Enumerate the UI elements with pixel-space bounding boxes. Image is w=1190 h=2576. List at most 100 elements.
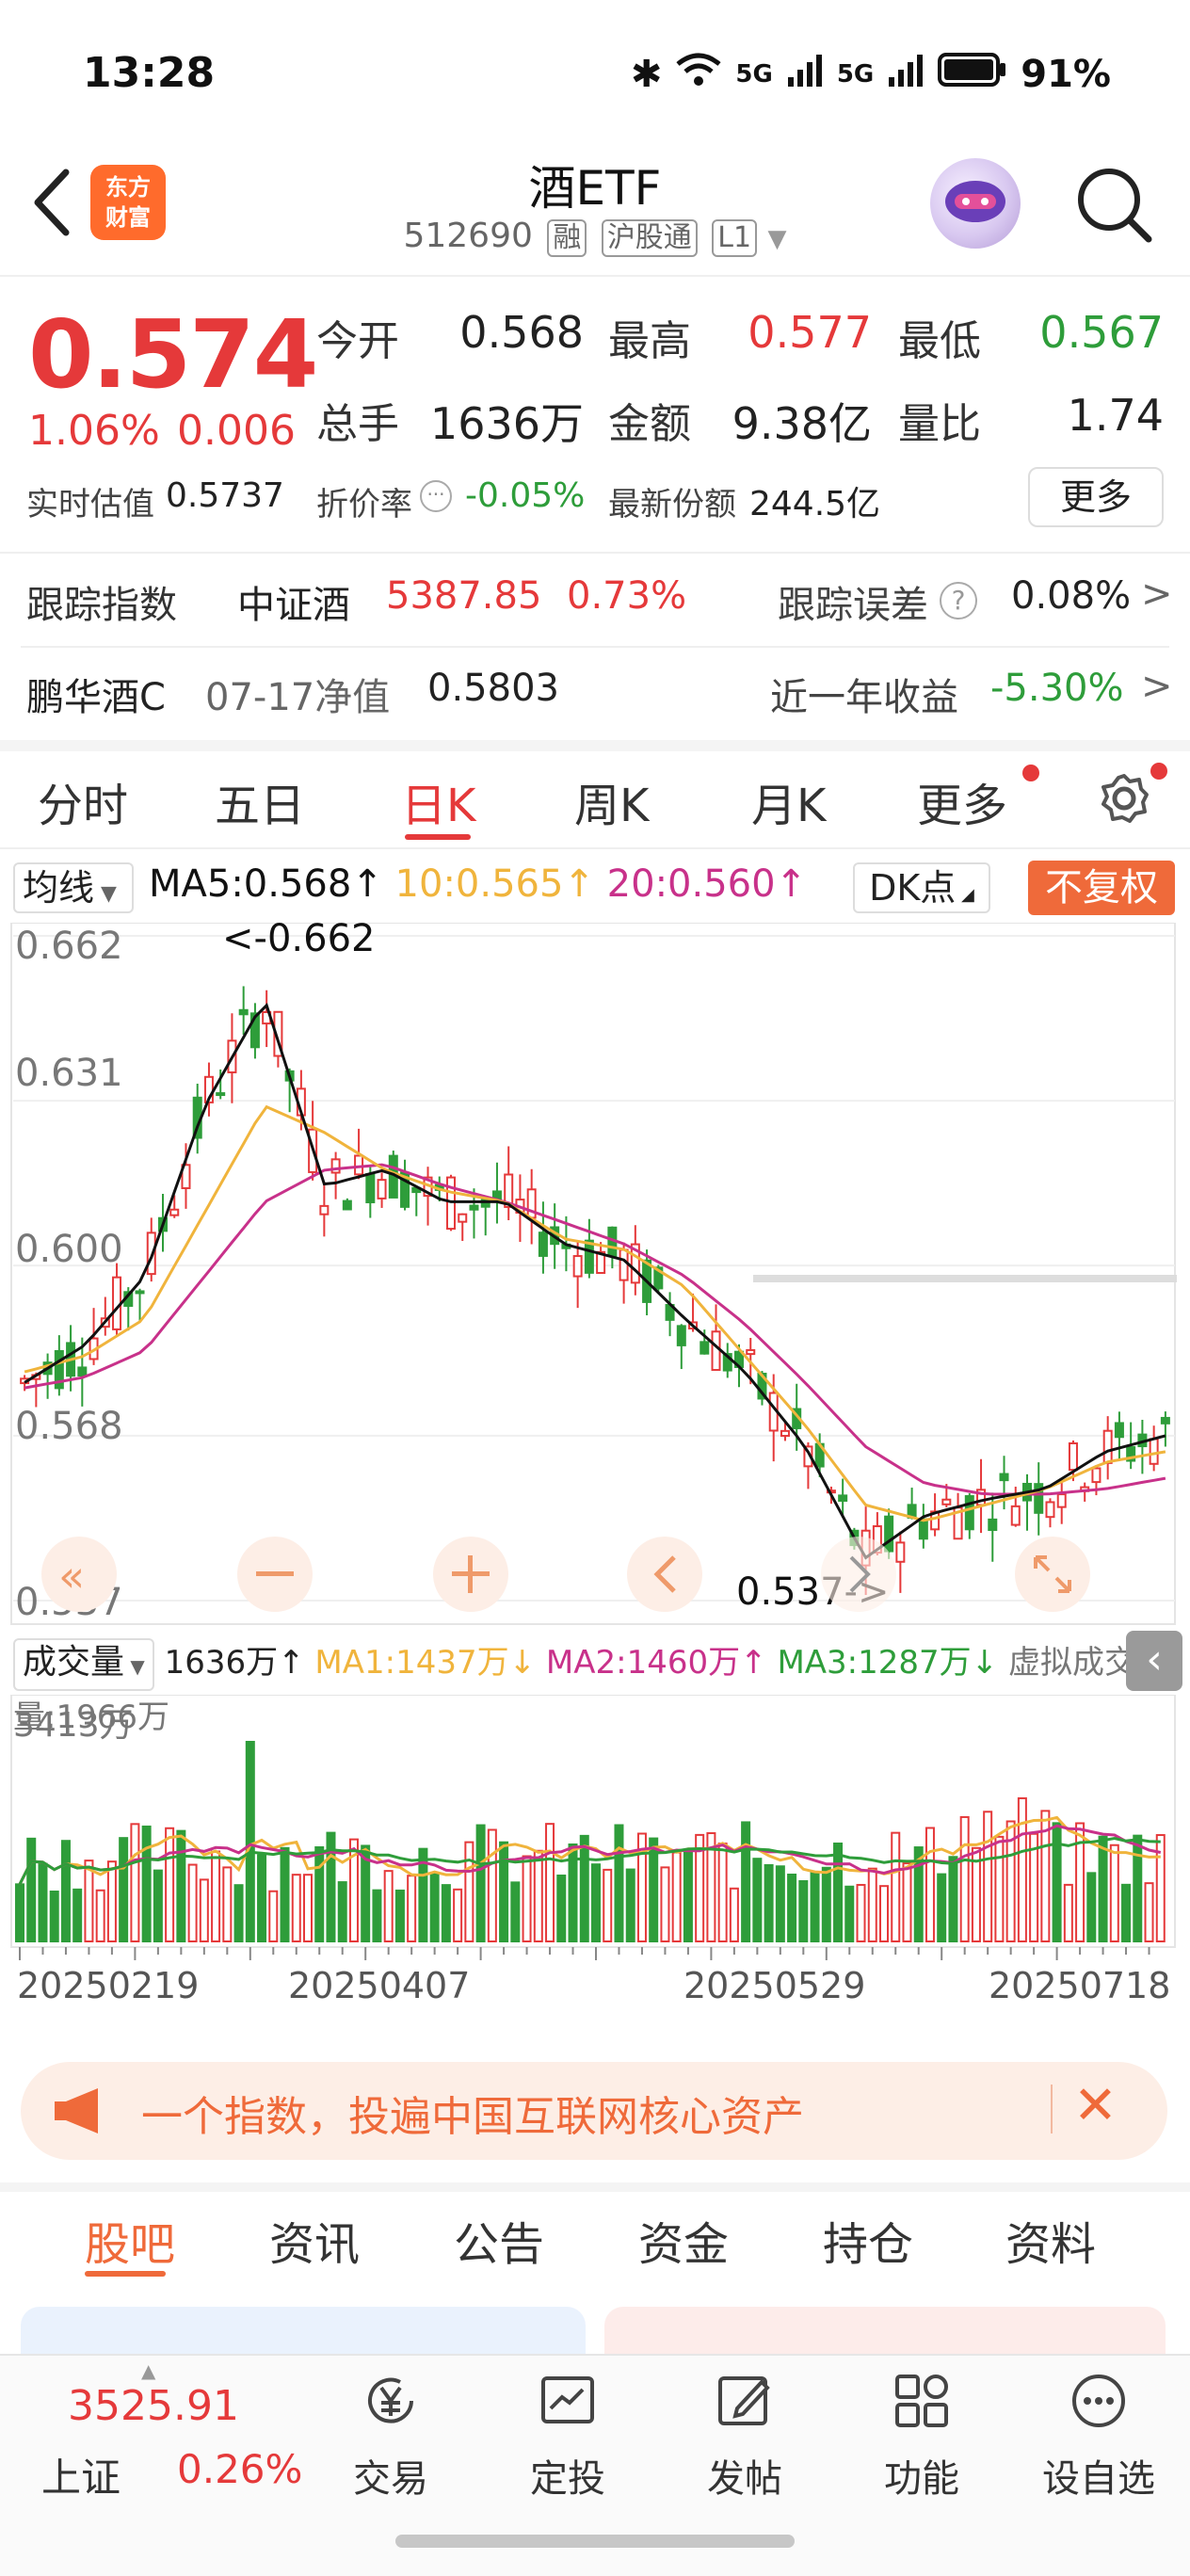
nav-post[interactable]: 发帖 — [674, 2363, 815, 2504]
scroll-left-button[interactable] — [627, 1537, 702, 1612]
tab-intraday[interactable]: 分时 — [38, 768, 128, 834]
tab-more[interactable]: 更多 — [917, 768, 1007, 834]
tab-holdings[interactable]: 持仓 — [823, 2207, 913, 2273]
volume-bar — [891, 1831, 901, 1943]
date-label-4: 20250718 — [989, 1965, 1170, 2006]
date-label-3: 20250529 — [683, 1965, 865, 2006]
candle-body — [895, 1541, 906, 1563]
candle-body — [838, 1494, 848, 1503]
volume-chart[interactable]: 3413万 20250219 20250407 20250529 2025071… — [0, 1695, 1190, 2043]
candle-body — [1010, 1505, 1021, 1526]
volume-bar — [1075, 1822, 1085, 1942]
volume-bar — [233, 1884, 244, 1943]
tab-news[interactable]: 资讯 — [269, 2207, 360, 2273]
candle-body — [941, 1498, 952, 1505]
max-marker: <-0.662 — [222, 923, 375, 960]
home-indicator[interactable] — [395, 2535, 795, 2548]
volume-ma1: MA1:1437万↓ — [314, 1644, 537, 1682]
tab-five-day[interactable]: 五日 — [215, 768, 305, 834]
volume-bar — [499, 1841, 509, 1943]
collapse-button[interactable]: ‹ — [1126, 1631, 1182, 1691]
candle-body — [1045, 1501, 1055, 1519]
nav-functions-label: 功能 — [884, 2457, 959, 2501]
volume-bar — [522, 1855, 532, 1942]
tracking-error-value: 0.08% — [1011, 574, 1132, 618]
y-label-2: 0.631 — [15, 1052, 123, 1095]
volume-bar — [821, 1866, 831, 1942]
search-button[interactable] — [1071, 162, 1156, 247]
ratio-value: 1.74 — [1067, 390, 1164, 441]
volume-bar — [280, 1846, 290, 1942]
minus-icon — [256, 1571, 294, 1576]
premium-value: -0.05% — [465, 476, 586, 515]
volume-bar — [211, 1850, 221, 1942]
candle-body — [135, 1290, 145, 1295]
wifi-icon — [675, 51, 722, 98]
fund-yield-label: 近一年收益 — [770, 676, 958, 719]
nav-functions[interactable]: 功能 — [851, 2363, 992, 2504]
chevron-right-icon-2[interactable]: > — [1141, 665, 1173, 708]
tracking-index-name[interactable]: 中证酒 — [237, 574, 350, 629]
nav-invest[interactable]: 定投 — [497, 2363, 638, 2504]
banner-text[interactable]: 一个指数，投遍中国互联网核心资产 — [141, 2083, 804, 2143]
double-chevron-left-icon: « — [58, 1551, 85, 1602]
info-icon[interactable]: ··· — [420, 480, 452, 512]
search-icon — [1078, 169, 1152, 243]
chevron-right-icon[interactable]: > — [1141, 572, 1173, 616]
chart-board-icon — [541, 2376, 594, 2423]
help-icon[interactable]: ? — [940, 582, 977, 620]
sh-index-name[interactable]: 上证 — [41, 2446, 121, 2504]
volume-bar — [533, 1849, 543, 1942]
y-label-4: 0.568 — [15, 1405, 123, 1448]
quote-divider — [0, 552, 1190, 554]
tab-weekly-k[interactable]: 周K — [574, 768, 649, 834]
sh-index-value[interactable]: 3525.91 — [68, 2382, 239, 2430]
volume-bar — [291, 1874, 301, 1943]
candle-body — [700, 1341, 710, 1355]
tab-monthly-k[interactable]: 月K — [751, 768, 826, 834]
tab-daily-k[interactable]: 日K — [401, 768, 475, 834]
volume-bar — [106, 1860, 117, 1942]
more-button[interactable]: 更多 — [1028, 467, 1164, 527]
tab-funds[interactable]: 资金 — [638, 2207, 729, 2273]
nav-post-label: 发帖 — [707, 2457, 782, 2501]
tab-forum[interactable]: 股吧 — [85, 2207, 175, 2273]
volume-bar — [603, 1868, 613, 1943]
candle-body — [342, 1199, 352, 1211]
nav-trade[interactable]: 交易 — [320, 2363, 461, 2504]
dk-point-button[interactable]: DK点 ◢ — [853, 862, 990, 913]
nav-add-watchlist[interactable]: 设自选 — [1028, 2363, 1169, 2504]
zoom-in-button[interactable] — [433, 1537, 508, 1612]
volume-select[interactable]: 成交量 ▼ — [13, 1638, 154, 1691]
adjust-button[interactable]: 不复权 — [1028, 861, 1175, 915]
ma-select[interactable]: 均线 ▼ — [13, 862, 134, 913]
megaphone-icon — [53, 2086, 107, 2135]
tracking-error-label: 跟踪误差 — [778, 584, 928, 627]
volume-bar — [222, 1866, 233, 1942]
zoom-out-button[interactable] — [237, 1537, 313, 1612]
iopv-label: 实时估值 — [26, 486, 154, 523]
date-label-1: 20250219 — [17, 1965, 199, 2006]
tracking-index-value: 5387.85 — [386, 574, 542, 618]
candle-body — [711, 1330, 721, 1372]
scroll-left-fast-button[interactable]: « — [41, 1537, 117, 1612]
volume-bar — [1052, 1822, 1062, 1942]
close-icon[interactable]: ✕ — [1073, 2075, 1118, 2136]
kline-chart[interactable]: 0.662 0.631 0.600 0.568 0.537 <-0.662 0.… — [0, 923, 1190, 1629]
volume-bar — [625, 1868, 635, 1943]
tracking-index-pct: 0.73% — [567, 574, 687, 618]
tab-announcements[interactable]: 公告 — [454, 2207, 544, 2273]
fullscreen-button[interactable] — [1015, 1537, 1090, 1612]
volume-bar — [199, 1878, 209, 1942]
fund-name[interactable]: 鹏华酒C — [26, 667, 166, 721]
robot-assistant-avatar[interactable] — [930, 158, 1021, 249]
settings-button[interactable] — [1096, 770, 1152, 830]
caret-down-icon[interactable]: ▼ — [768, 225, 787, 253]
tab-profile[interactable]: 资料 — [1005, 2207, 1096, 2273]
scroll-right-button[interactable] — [821, 1537, 896, 1612]
high-label: 最高 — [608, 317, 691, 365]
chevron-left-icon-2: ‹ — [1146, 1635, 1163, 1683]
volume-bar — [38, 1862, 48, 1942]
volume-bar — [165, 1827, 175, 1943]
candle-body — [330, 1158, 341, 1174]
